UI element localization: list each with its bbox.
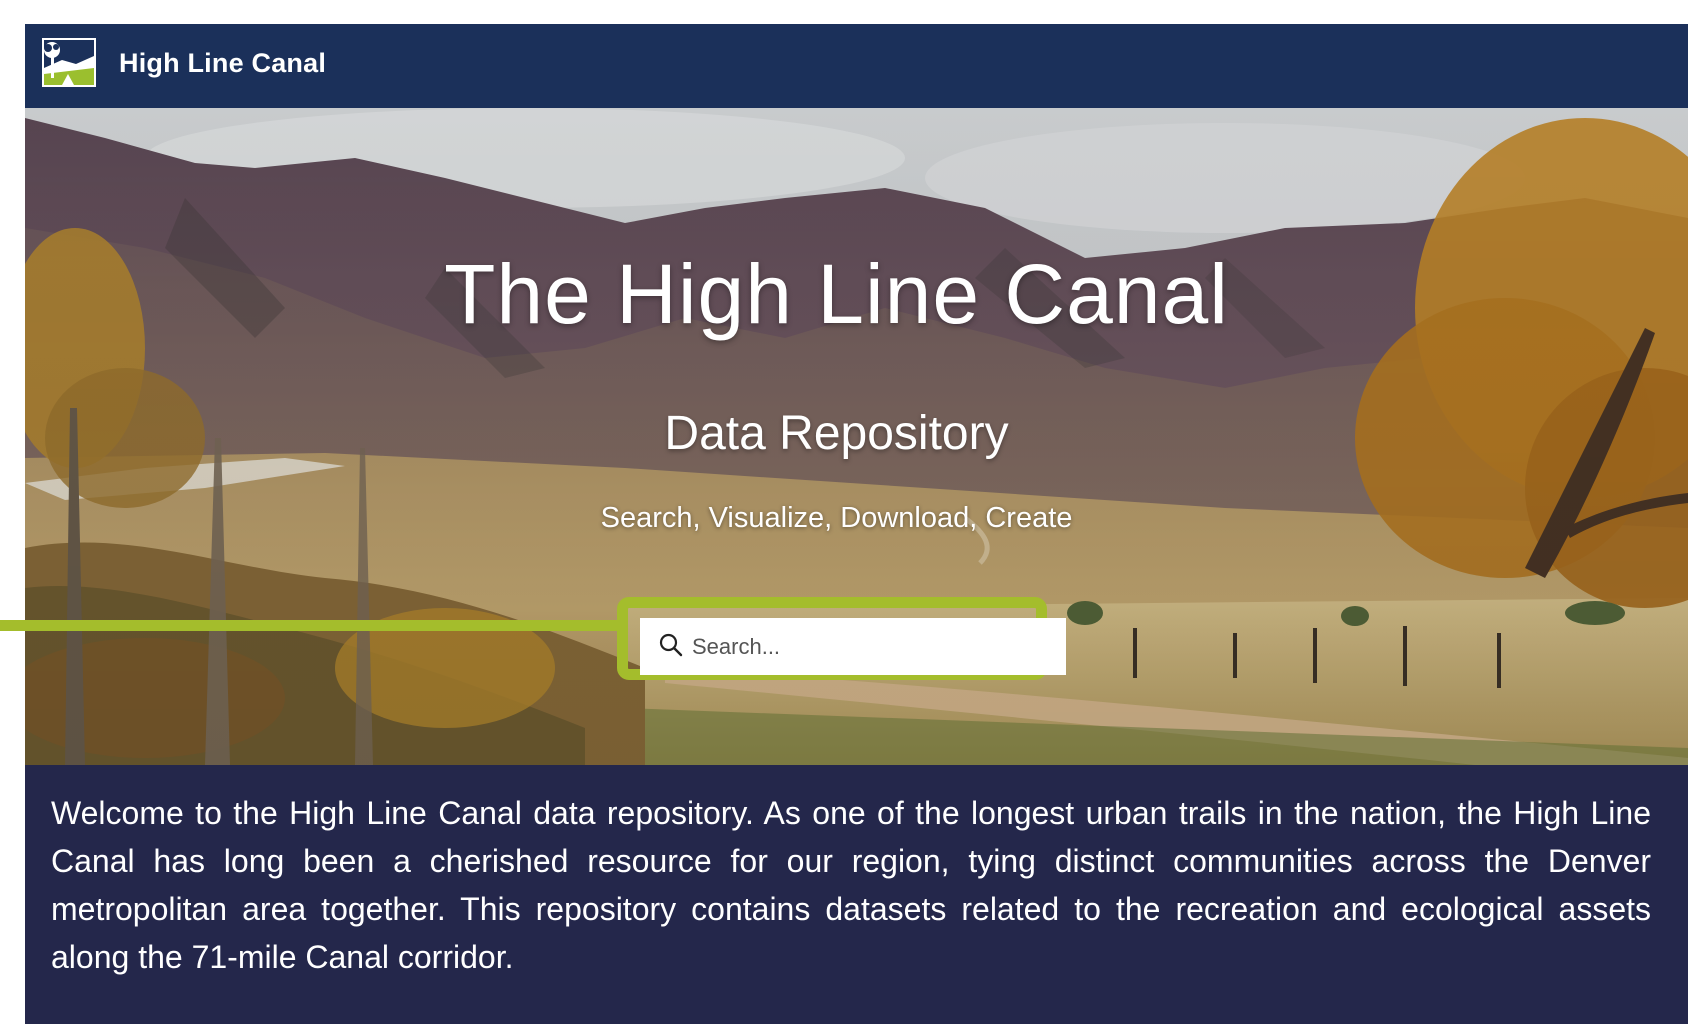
search-input[interactable] [690, 626, 1054, 668]
search-icon[interactable] [658, 632, 684, 658]
search-box[interactable] [640, 618, 1066, 675]
hero-title: The High Line Canal [444, 247, 1229, 341]
tree-landscape-logo-icon[interactable] [42, 38, 96, 87]
hero-banner: The High Line Canal Data Repository Sear… [25, 108, 1688, 765]
hero-subtitle: Data Repository [664, 407, 1009, 460]
top-navbar: High Line Canal [25, 24, 1688, 108]
welcome-section: Welcome to the High Line Canal data repo… [25, 765, 1688, 1024]
page: High Line Canal The High Line Canal Data… [25, 24, 1688, 1024]
site-title[interactable]: High Line Canal [119, 48, 326, 79]
welcome-text: Welcome to the High Line Canal data repo… [51, 795, 1651, 975]
hero-tagline: Search, Visualize, Download, Create [600, 502, 1073, 534]
callout-line [0, 620, 620, 631]
